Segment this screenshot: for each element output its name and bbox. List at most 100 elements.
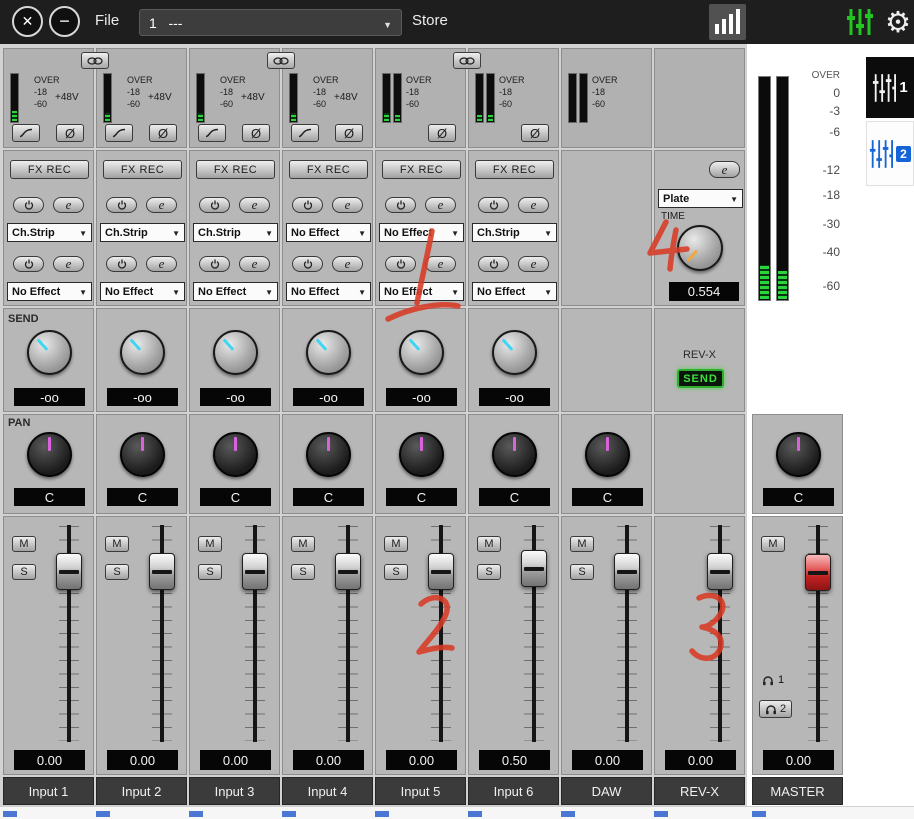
pan-knob[interactable]: [399, 432, 444, 477]
pan-knob[interactable]: [120, 432, 165, 477]
mute-button[interactable]: M: [570, 536, 594, 552]
fx2-select[interactable]: No Effect: [193, 282, 278, 301]
hpf-button[interactable]: [105, 124, 133, 142]
fx1-edit-button[interactable]: e: [53, 197, 84, 213]
phase-button[interactable]: Ø: [521, 124, 549, 142]
solo-button[interactable]: S: [291, 564, 315, 580]
fader-handle[interactable]: [521, 550, 547, 587]
pan-knob[interactable]: [492, 432, 537, 477]
solo-button[interactable]: S: [105, 564, 129, 580]
mute-button[interactable]: M: [105, 536, 129, 552]
hpf-button[interactable]: [12, 124, 40, 142]
send-knob[interactable]: [27, 330, 72, 375]
solo-button[interactable]: S: [12, 564, 36, 580]
fx2-select[interactable]: No Effect: [100, 282, 185, 301]
hpf-button[interactable]: [198, 124, 226, 142]
pan-knob[interactable]: [585, 432, 630, 477]
fx1-edit-button[interactable]: e: [146, 197, 177, 213]
fx-rec-button[interactable]: FX REC: [289, 160, 368, 179]
view-tab-1[interactable]: 1: [866, 57, 914, 118]
file-menu[interactable]: File: [95, 12, 119, 29]
fx2-power-button[interactable]: [292, 256, 323, 272]
settings-button[interactable]: [882, 4, 914, 40]
link-channels-1-2-button[interactable]: [81, 52, 109, 69]
fx1-edit-button[interactable]: e: [239, 197, 270, 213]
fx1-select[interactable]: No Effect: [286, 223, 371, 242]
solo-button[interactable]: S: [477, 564, 501, 580]
fx2-edit-button[interactable]: e: [518, 256, 549, 272]
fx-rec-button[interactable]: FX REC: [475, 160, 554, 179]
fx2-power-button[interactable]: [478, 256, 509, 272]
fx1-select[interactable]: No Effect: [379, 223, 464, 242]
send-knob[interactable]: [213, 330, 258, 375]
fx-rec-button[interactable]: FX REC: [103, 160, 182, 179]
fx2-edit-button[interactable]: e: [53, 256, 84, 272]
hpf-button[interactable]: [291, 124, 319, 142]
fx1-select[interactable]: Ch.Strip: [100, 223, 185, 242]
fader-handle[interactable]: [614, 553, 640, 590]
meter-view-button[interactable]: [709, 4, 746, 40]
send-knob[interactable]: [120, 330, 165, 375]
phase-button[interactable]: Ø: [149, 124, 177, 142]
fx2-edit-button[interactable]: e: [239, 256, 270, 272]
fx1-edit-button[interactable]: e: [518, 197, 549, 213]
fx2-power-button[interactable]: [199, 256, 230, 272]
send-knob[interactable]: [306, 330, 351, 375]
fx1-edit-button[interactable]: e: [332, 197, 363, 213]
fx2-select[interactable]: No Effect: [286, 282, 371, 301]
fx1-power-button[interactable]: [13, 197, 44, 213]
pan-knob[interactable]: [213, 432, 258, 477]
send-knob[interactable]: [492, 330, 537, 375]
channel-strip-view-icon[interactable]: [845, 7, 875, 37]
fx1-power-button[interactable]: [385, 197, 416, 213]
scene-dropdown[interactable]: 1 ---: [139, 9, 402, 36]
store-button[interactable]: Store: [412, 12, 448, 29]
mute-button[interactable]: M: [291, 536, 315, 552]
phase-button[interactable]: Ø: [56, 124, 84, 142]
pan-knob[interactable]: [306, 432, 351, 477]
fader-handle[interactable]: [707, 553, 733, 590]
link-channels-5-6-button[interactable]: [453, 52, 481, 69]
fx1-power-button[interactable]: [292, 197, 323, 213]
fader-handle[interactable]: [149, 553, 175, 590]
fx1-select[interactable]: Ch.Strip: [472, 223, 557, 242]
view-tab-2[interactable]: 2: [866, 121, 914, 186]
fx2-power-button[interactable]: [385, 256, 416, 272]
fx1-edit-button[interactable]: e: [425, 197, 456, 213]
revx-edit-button[interactable]: e: [709, 161, 740, 178]
fx2-select[interactable]: No Effect: [379, 282, 464, 301]
fx2-edit-button[interactable]: e: [425, 256, 456, 272]
send-knob[interactable]: [399, 330, 444, 375]
fx1-power-button[interactable]: [199, 197, 230, 213]
link-channels-3-4-button[interactable]: [267, 52, 295, 69]
phones-2-button[interactable]: 2: [759, 700, 792, 718]
fx-rec-button[interactable]: FX REC: [10, 160, 89, 179]
bottom-scroll-area[interactable]: [0, 806, 914, 819]
fx2-edit-button[interactable]: e: [332, 256, 363, 272]
close-button[interactable]: [12, 6, 43, 37]
mute-button[interactable]: M: [384, 536, 408, 552]
fader-handle[interactable]: [242, 553, 268, 590]
master-mute-button[interactable]: M: [761, 536, 785, 552]
fader-handle[interactable]: [428, 553, 454, 590]
mute-button[interactable]: M: [477, 536, 501, 552]
revx-type-select[interactable]: Plate: [658, 189, 743, 208]
fx2-power-button[interactable]: [106, 256, 137, 272]
master-fader-handle[interactable]: [805, 554, 831, 591]
minimize-button[interactable]: [49, 6, 80, 37]
fx2-edit-button[interactable]: e: [146, 256, 177, 272]
fx1-power-button[interactable]: [478, 197, 509, 213]
mute-button[interactable]: M: [198, 536, 222, 552]
fx2-power-button[interactable]: [13, 256, 44, 272]
fx-rec-button[interactable]: FX REC: [196, 160, 275, 179]
revx-time-knob[interactable]: [677, 225, 723, 271]
phase-button[interactable]: Ø: [242, 124, 270, 142]
phase-button[interactable]: Ø: [428, 124, 456, 142]
phase-button[interactable]: Ø: [335, 124, 363, 142]
fx1-power-button[interactable]: [106, 197, 137, 213]
fx2-select[interactable]: No Effect: [7, 282, 92, 301]
mute-button[interactable]: M: [12, 536, 36, 552]
fader-handle[interactable]: [335, 553, 361, 590]
master-pan-knob[interactable]: [776, 432, 821, 477]
fx-rec-button[interactable]: FX REC: [382, 160, 461, 179]
